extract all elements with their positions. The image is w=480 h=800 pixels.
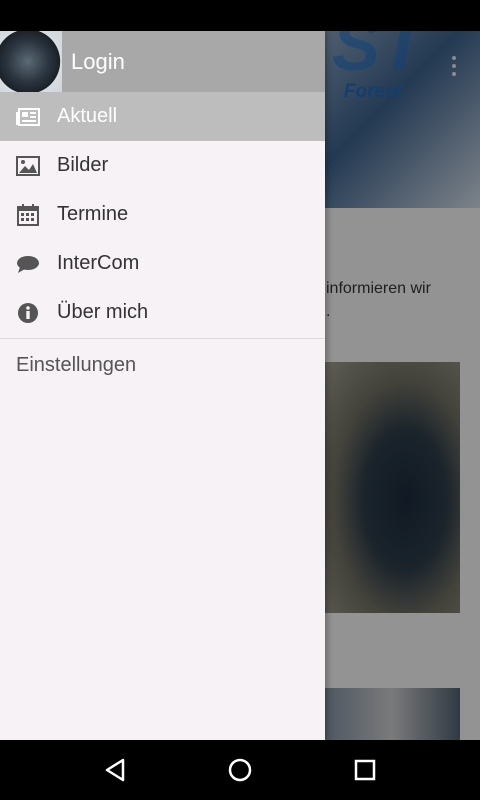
calendar-icon xyxy=(16,203,40,227)
nav-item-ueber-mich[interactable]: Über mich xyxy=(0,288,325,337)
settings-label: Einstellungen xyxy=(16,354,137,376)
avatar xyxy=(0,31,62,92)
chat-bubble-icon xyxy=(16,252,40,276)
nav-item-bilder[interactable]: Bilder xyxy=(0,141,325,190)
newspaper-icon xyxy=(16,105,40,129)
nav-item-label: InterCom xyxy=(57,252,140,274)
nav-item-label: Aktuell xyxy=(57,105,118,127)
status-bar xyxy=(0,0,480,31)
settings-item[interactable]: Einstellungen xyxy=(0,339,325,393)
recents-icon[interactable] xyxy=(351,756,379,784)
drawer-header[interactable]: Login xyxy=(0,31,325,92)
nav-item-intercom[interactable]: InterCom xyxy=(0,239,325,288)
nav-item-termine[interactable]: Termine xyxy=(0,190,325,239)
system-navigation-bar xyxy=(0,740,480,800)
nav-item-label: Bilder xyxy=(57,154,109,176)
back-icon[interactable] xyxy=(101,756,129,784)
nav-item-label: Termine xyxy=(57,203,129,225)
navigation-drawer: Login Aktuell Bilder Termine InterCom Üb… xyxy=(0,31,325,740)
info-icon xyxy=(16,301,40,325)
image-icon xyxy=(16,154,40,178)
home-icon[interactable] xyxy=(226,756,254,784)
login-label[interactable]: Login xyxy=(71,49,125,75)
nav-item-label: Über mich xyxy=(57,301,149,323)
nav-item-aktuell[interactable]: Aktuell xyxy=(0,92,325,141)
